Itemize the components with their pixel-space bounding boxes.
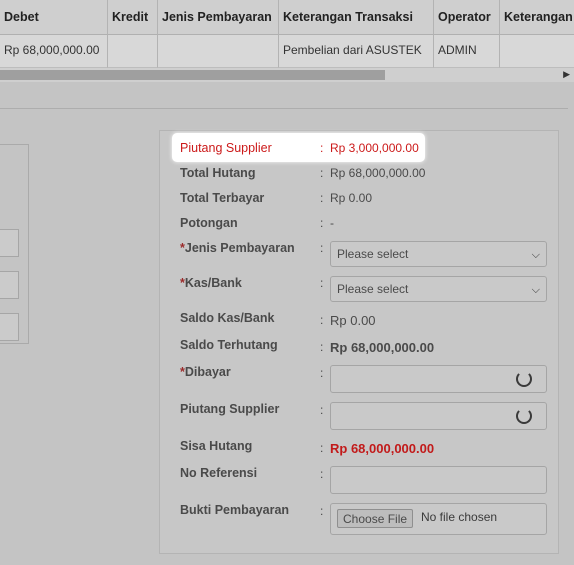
bukti-pembayaran-label: Bukti Pembayaran bbox=[180, 503, 290, 517]
jenis-pembayaran-select[interactable]: Please select ⌵ bbox=[330, 241, 547, 267]
column-header-operator[interactable]: Operator bbox=[434, 0, 500, 35]
colon: : bbox=[320, 141, 324, 155]
jenis-pembayaran-label: *Jenis Pembayaran bbox=[180, 241, 295, 255]
colon: : bbox=[320, 441, 324, 455]
chevron-down-icon: ⌵ bbox=[531, 284, 540, 296]
table-cell-operator: ADMIN bbox=[434, 35, 500, 68]
total-hutang-label: Total Hutang bbox=[180, 166, 256, 180]
loading-spinner-icon bbox=[516, 408, 532, 424]
table-cell-debet: Rp 68,000,000.00 bbox=[0, 35, 108, 68]
colon: : bbox=[320, 191, 324, 205]
colon: : bbox=[320, 403, 324, 417]
no-referensi-label: No Referensi bbox=[180, 466, 258, 480]
horizontal-scrollbar[interactable]: ▶ bbox=[0, 68, 574, 82]
column-header-jenis-pembayaran[interactable]: Jenis Pembayaran bbox=[158, 0, 279, 35]
choose-file-button[interactable]: Choose File bbox=[337, 509, 414, 528]
table-cell-keterangan-transaksi: Pembelian dari ASUSTEK bbox=[279, 35, 434, 68]
file-status-text: No file chosen bbox=[421, 510, 498, 524]
colon: : bbox=[320, 504, 324, 518]
table-cell-jenis-pembayaran bbox=[158, 35, 279, 68]
total-terbayar-value: Rp 0.00 bbox=[330, 191, 373, 205]
no-referensi-input[interactable] bbox=[330, 466, 547, 494]
colon: : bbox=[320, 366, 324, 380]
piutang-supplier-label: Piutang Supplier bbox=[180, 141, 272, 155]
colon: : bbox=[320, 340, 324, 354]
piutang-supplier-value: Rp 3,000,000.00 bbox=[330, 141, 419, 155]
dibayar-label-text: Dibayar bbox=[184, 365, 231, 379]
total-hutang-value: Rp 68,000,000.00 bbox=[330, 166, 426, 180]
loading-spinner-icon bbox=[516, 371, 532, 387]
kas-bank-label: *Kas/Bank bbox=[180, 276, 242, 290]
left-field-partial[interactable] bbox=[0, 313, 19, 341]
total-terbayar-label: Total Terbayar bbox=[180, 191, 265, 205]
kas-bank-select-value: Please select bbox=[337, 282, 409, 296]
potongan-value: - bbox=[330, 216, 334, 230]
dibayar-label: *Dibayar bbox=[180, 365, 231, 379]
left-field-partial[interactable] bbox=[0, 271, 19, 299]
saldo-terhutang-label: Saldo Terhutang bbox=[180, 338, 278, 352]
dibayar-input[interactable] bbox=[330, 365, 547, 393]
colon: : bbox=[320, 216, 324, 230]
colon: : bbox=[320, 241, 324, 255]
kas-bank-select[interactable]: Please select ⌵ bbox=[330, 276, 547, 302]
column-header-keterangan-transaksi[interactable]: Keterangan Transaksi bbox=[279, 0, 434, 35]
jenis-pembayaran-label-text: Jenis Pembayaran bbox=[184, 241, 295, 255]
left-field-partial[interactable] bbox=[0, 229, 19, 257]
potongan-label: Potongan bbox=[180, 216, 238, 230]
sisa-hutang-label: Sisa Hutang bbox=[180, 439, 253, 453]
sisa-hutang-value: Rp 68,000,000.00 bbox=[330, 441, 435, 456]
saldo-terhutang-value: Rp 68,000,000.00 bbox=[330, 340, 435, 355]
bukti-pembayaran-file-input[interactable]: Choose File No file chosen bbox=[330, 503, 547, 535]
piutang-supplier-input-label: Piutang Supplier bbox=[180, 402, 280, 416]
scrollbar-thumb[interactable] bbox=[0, 70, 385, 80]
colon: : bbox=[320, 166, 324, 180]
saldo-kas-bank-label: Saldo Kas/Bank bbox=[180, 311, 275, 325]
kas-bank-label-text: Kas/Bank bbox=[184, 276, 242, 290]
jenis-pembayaran-select-value: Please select bbox=[337, 247, 409, 261]
divider bbox=[0, 108, 568, 109]
table-cell-keterangan bbox=[500, 35, 574, 68]
table-cell-kredit bbox=[108, 35, 158, 68]
chevron-down-icon: ⌵ bbox=[531, 249, 540, 261]
colon: : bbox=[320, 467, 324, 481]
column-header-debet[interactable]: Debet bbox=[0, 0, 108, 35]
saldo-kas-bank-value: Rp 0.00 bbox=[330, 313, 376, 328]
column-header-keterangan[interactable]: Keterangan bbox=[500, 0, 574, 35]
colon: : bbox=[320, 276, 324, 290]
scroll-right-arrow-icon[interactable]: ▶ bbox=[563, 69, 570, 80]
column-header-kredit[interactable]: Kredit bbox=[108, 0, 158, 35]
colon: : bbox=[320, 313, 324, 327]
piutang-supplier-input[interactable] bbox=[330, 402, 547, 430]
transaction-table: Debet Kredit Jenis Pembayaran Keterangan… bbox=[0, 0, 574, 68]
